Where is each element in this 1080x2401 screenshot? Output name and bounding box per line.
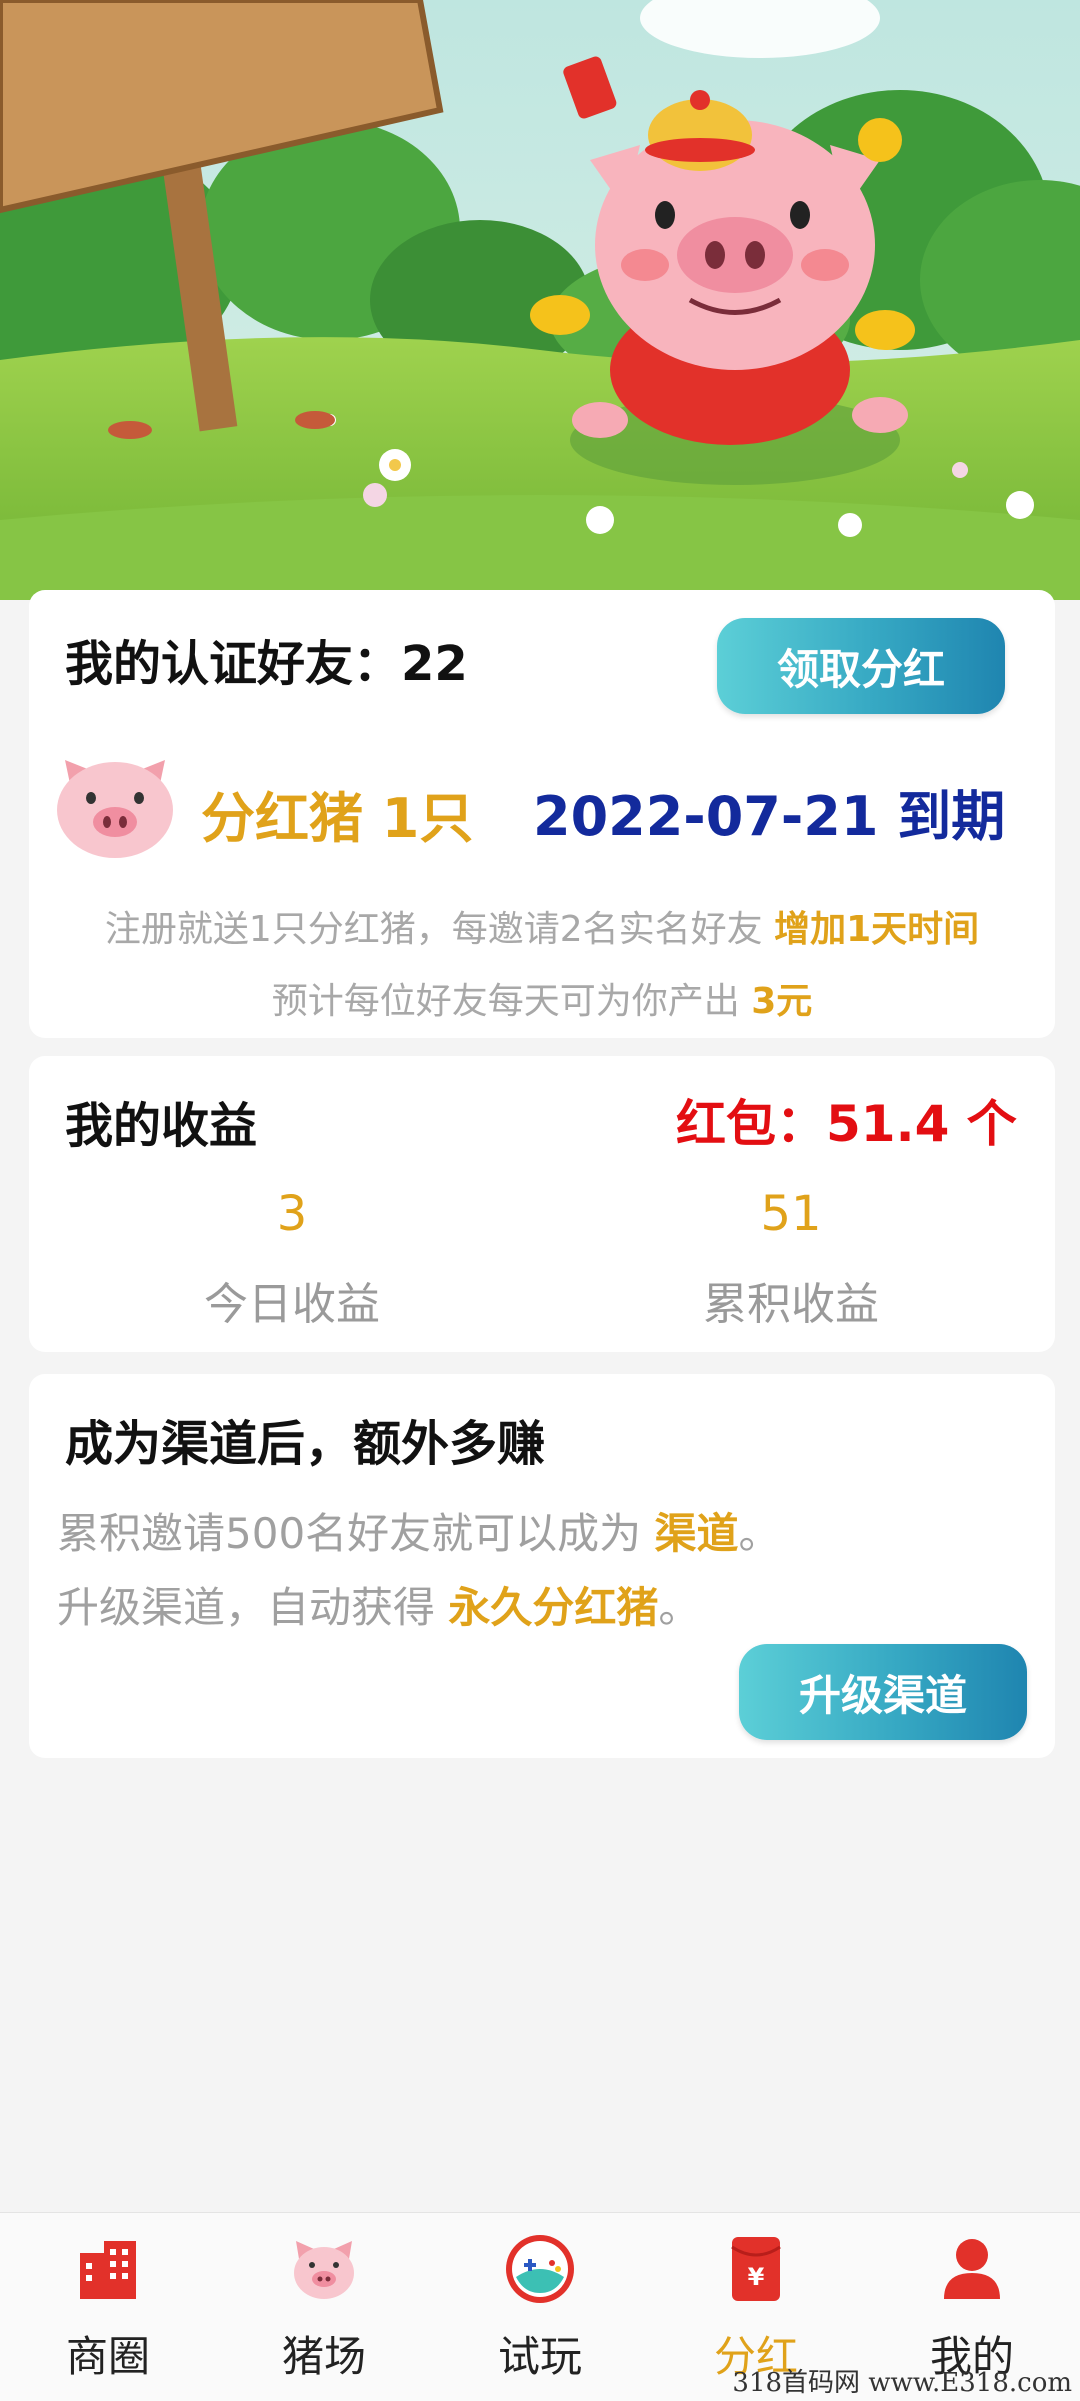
invite-rule-text: 注册就送1只分红猪，每邀请2名实名好友 <box>104 909 763 950</box>
certified-friends-title: 我的认证好友：22 <box>65 636 468 692</box>
channel-condition-line: 累积邀请500名好友就可以成为 渠道。 <box>57 1500 781 1561</box>
dividend-pig-count: 分红猪 1只 <box>201 787 474 850</box>
period: 。 <box>738 1509 781 1558</box>
channel-title: 成为渠道后，额外多赚 <box>65 1416 546 1472</box>
upgrade-channel-button[interactable]: 升级渠道 <box>739 1644 1027 1740</box>
pig-face-icon <box>57 760 173 858</box>
bottom-tab-bar: 商圈 猪场 试玩 ¥ 分红 我的 318首码网 www.E318.com <box>0 2212 1080 2401</box>
tab-shangquan[interactable]: 商圈 <box>0 2213 216 2401</box>
channel-condition-text: 累积邀请500名好友就可以成为 <box>57 1509 642 1558</box>
today-earnings-label: 今日收益 <box>204 1279 380 1330</box>
daily-output-highlight: 3元 <box>751 981 813 1022</box>
period: 。 <box>658 1583 701 1632</box>
tab-label: 猪场 <box>281 2332 366 2381</box>
daily-output-note: 预计每位好友每天可为你产出 3元 <box>29 972 1055 1024</box>
hero-banner <box>0 0 1080 600</box>
my-earnings-title: 我的收益 <box>65 1098 258 1154</box>
watermark: 318首码网 www.E318.com <box>732 2368 1072 2398</box>
total-earnings-value: 51 <box>760 1186 822 1242</box>
svg-text:¥: ¥ <box>748 2263 765 2291</box>
tab-trial-play[interactable]: 试玩 <box>432 2213 648 2401</box>
daily-output-text: 预计每位好友每天可为你产出 <box>271 981 740 1022</box>
total-earnings-label: 累积收益 <box>703 1279 879 1330</box>
channel-benefit-line: 升级渠道，自动获得 永久分红猪。 <box>57 1574 700 1635</box>
red-packet-count: 红包：51.4 个 <box>676 1095 1017 1153</box>
tab-pig-farm[interactable]: 猪场 <box>216 2213 432 2401</box>
building-icon <box>80 2241 136 2299</box>
red-envelope-icon: ¥ <box>731 2237 781 2301</box>
friends-card: 我的认证好友：22 领取分红 分红猪 1只 2022-07-21 到期 注册就送… <box>29 590 1055 1038</box>
invite-rule-highlight: 增加1天时间 <box>774 909 980 950</box>
tab-label: 商圈 <box>65 2332 150 2381</box>
earnings-card: 我的收益 红包：51.4 个 3 今日收益 51 累积收益 <box>29 1056 1055 1352</box>
permanent-pig-highlight: 永久分红猪 <box>448 1583 659 1632</box>
tab-label: 试玩 <box>497 2332 582 2381</box>
pig-face-icon <box>294 2241 354 2299</box>
claim-dividend-button[interactable]: 领取分红 <box>717 618 1005 714</box>
invite-rule-note: 注册就送1只分红猪，每邀请2名实名好友 增加1天时间 <box>29 900 1055 952</box>
channel-card: 成为渠道后，额外多赚 累积邀请500名好友就可以成为 渠道。 升级渠道，自动获得… <box>29 1374 1055 1758</box>
expiry-date: 2022-07-21 到期 <box>533 785 1006 848</box>
today-earnings-value: 3 <box>276 1186 308 1242</box>
gamepad-icon <box>506 2235 574 2303</box>
channel-highlight: 渠道 <box>654 1509 739 1558</box>
user-icon <box>944 2239 1000 2299</box>
pig-mascot-illustration <box>0 0 1080 600</box>
channel-benefit-text: 升级渠道，自动获得 <box>57 1583 436 1632</box>
